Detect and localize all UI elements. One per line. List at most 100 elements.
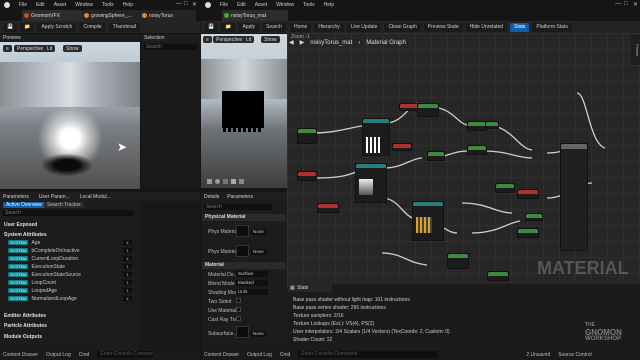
- output-log-button[interactable]: Output Log: [247, 352, 272, 358]
- material-preview-viewport[interactable]: ≡ Perspective Lit Show: [201, 34, 287, 188]
- parameters-search-input[interactable]: Search: [3, 210, 134, 216]
- search-button[interactable]: Search: [261, 22, 286, 32]
- tab-parameters[interactable]: Parameters: [3, 194, 29, 200]
- shading-model-select[interactable]: Unlit: [236, 289, 268, 295]
- menu-help[interactable]: Help: [324, 2, 334, 8]
- tab-local-modules[interactable]: Local Modul...: [80, 194, 111, 200]
- cmd-dropdown[interactable]: Cmd: [79, 352, 90, 358]
- user-exposed-header[interactable]: User Exposed: [4, 222, 37, 228]
- niagara-viewport[interactable]: ≡ Perspective Lit Show ➤: [0, 42, 140, 189]
- close-icon[interactable]: ✕: [192, 1, 197, 8]
- menu-tools[interactable]: Tools: [303, 2, 315, 8]
- material-graph-canvas[interactable]: Zoom -1 ◀ ▶ noisyTorus_mat › Material Gr…: [287, 33, 640, 284]
- param-row[interactable]: SYSTEM Age 4: [8, 239, 136, 246]
- home-button[interactable]: Home: [290, 22, 312, 32]
- phys-materials-value[interactable]: None: [251, 249, 267, 255]
- menu-tools[interactable]: Tools: [102, 2, 114, 8]
- phys-material-thumbnail[interactable]: [236, 225, 249, 237]
- param-row[interactable]: SYSTEM NormalizedLoopAge 4: [8, 295, 136, 302]
- menu-help[interactable]: Help: [123, 2, 133, 8]
- menu-asset[interactable]: Asset: [255, 2, 268, 8]
- param-row[interactable]: SYSTEM ExecutionState 1: [8, 263, 136, 270]
- graph-node[interactable]: [467, 145, 487, 155]
- lit-button[interactable]: Lit: [243, 36, 255, 43]
- tab-parameters[interactable]: Parameters: [227, 194, 253, 200]
- apply-scratch-button[interactable]: Apply Scratch: [37, 22, 77, 32]
- maximize-icon[interactable]: □: [624, 1, 628, 7]
- two-sided-checkbox[interactable]: [236, 298, 241, 303]
- graph-node[interactable]: [317, 203, 339, 213]
- show-button[interactable]: Show: [63, 45, 82, 52]
- search-tracker-button[interactable]: Search Tracker: [44, 202, 84, 208]
- compile-button[interactable]: Compile: [79, 22, 106, 32]
- hierarchy-button[interactable]: Hierarchy: [314, 22, 344, 32]
- clean-graph-button[interactable]: Clean Graph: [384, 22, 421, 32]
- stats-button[interactable]: Stats: [510, 22, 530, 32]
- param-row[interactable]: SYSTEM CurrentLoopDuration 4: [8, 255, 136, 262]
- graph-node[interactable]: [392, 143, 412, 151]
- subsurface-value[interactable]: None: [251, 331, 267, 337]
- menu-asset[interactable]: Asset: [54, 2, 67, 8]
- sphere-icon[interactable]: [215, 179, 220, 184]
- content-drawer-button[interactable]: Content Drawer: [3, 352, 38, 358]
- platform-stats-button[interactable]: Platform Stats: [532, 22, 572, 32]
- perspective-button[interactable]: Perspective: [14, 45, 47, 52]
- graph-node[interactable]: [517, 228, 539, 238]
- graph-node[interactable]: [517, 189, 539, 199]
- apply-button[interactable]: Apply: [238, 22, 259, 32]
- emitter-attributes-header[interactable]: Emitter Attributes: [4, 313, 46, 319]
- graph-node[interactable]: [417, 103, 439, 117]
- teapot-icon[interactable]: [239, 179, 244, 184]
- preview-state-button[interactable]: Preview State: [423, 22, 463, 32]
- hide-unrelated-button[interactable]: Hide Unrelated: [465, 22, 508, 32]
- graph-node[interactable]: [485, 121, 499, 129]
- browse-button[interactable]: 📁: [20, 22, 35, 32]
- menu-window[interactable]: Window: [75, 2, 93, 8]
- selection-search-input[interactable]: Search: [144, 44, 197, 50]
- minimize-icon[interactable]: —: [615, 1, 621, 7]
- console-input[interactable]: Enter Console Command: [97, 351, 154, 358]
- material-domain-select[interactable]: Surface: [236, 271, 268, 277]
- viewport-menu-button[interactable]: ≡: [3, 45, 12, 52]
- material-section-header[interactable]: Material: [202, 262, 286, 269]
- tab-noisy-torus-mat[interactable]: noisyTorus_mat: [222, 10, 288, 21]
- param-row[interactable]: SYSTEM LoopCount 1: [8, 279, 136, 286]
- cast-ray-traced-checkbox[interactable]: [236, 316, 241, 321]
- module-outputs-header[interactable]: Module Outputs: [4, 334, 42, 340]
- menu-edit[interactable]: Edit: [237, 2, 246, 8]
- tab-user-parameters[interactable]: User Param...: [39, 194, 70, 200]
- phys-materials-thumbnail[interactable]: [236, 245, 249, 257]
- texture-sample-node[interactable]: [412, 201, 444, 241]
- phys-material-value[interactable]: None: [251, 229, 267, 235]
- save-button[interactable]: 💾: [204, 22, 219, 32]
- cylinder-icon[interactable]: [207, 179, 212, 184]
- save-button[interactable]: 💾: [3, 22, 18, 32]
- source-control-button[interactable]: Source Control: [558, 352, 591, 358]
- browse-button[interactable]: 📁: [221, 22, 236, 32]
- lit-button[interactable]: Lit: [44, 45, 56, 52]
- console-input[interactable]: Enter Console Command: [298, 351, 439, 358]
- unsaved-count[interactable]: 2 Unsaved: [526, 352, 550, 358]
- tab-details[interactable]: Details: [204, 194, 219, 200]
- plane-icon[interactable]: [223, 179, 228, 184]
- material-result-node[interactable]: [560, 143, 588, 251]
- live-update-button[interactable]: Live Update: [346, 22, 382, 32]
- particle-attributes-header[interactable]: Particle Attributes: [4, 323, 47, 329]
- menu-file[interactable]: File: [19, 2, 27, 8]
- system-attributes-header[interactable]: System Attributes: [4, 232, 47, 238]
- graph-node[interactable]: [297, 171, 317, 181]
- blend-mode-select[interactable]: Masked: [236, 280, 268, 286]
- thumbnail-button[interactable]: Thumbnail: [108, 22, 141, 32]
- maximize-icon[interactable]: □: [184, 1, 188, 7]
- menu-edit[interactable]: Edit: [36, 2, 45, 8]
- use-material-checkbox[interactable]: [236, 307, 241, 312]
- output-log-button[interactable]: Output Log: [46, 352, 71, 358]
- graph-node[interactable]: [487, 271, 509, 281]
- active-overview-button[interactable]: Active Overview: [3, 202, 45, 208]
- param-row[interactable]: SYSTEM bCompleteOnInactive 1: [8, 247, 136, 254]
- tab-noisy-torus[interactable]: noisyTorus: [140, 10, 196, 21]
- unreal-logo-icon[interactable]: [205, 2, 211, 8]
- graph-node[interactable]: [495, 183, 515, 193]
- texture-sample-node[interactable]: [355, 163, 387, 203]
- graph-node[interactable]: [447, 253, 469, 269]
